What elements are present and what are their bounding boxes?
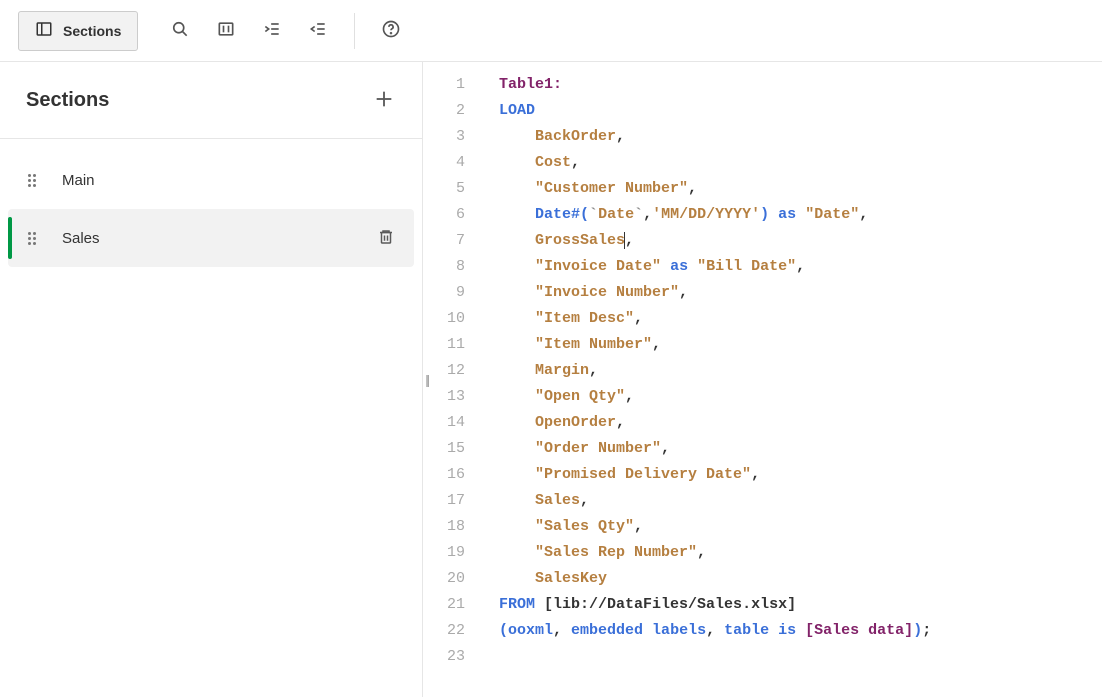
line-gutter: 1234567891011121314151617181920212223 [423, 62, 479, 697]
line-number: 8 [423, 254, 479, 280]
line-number: 1 [423, 72, 479, 98]
sidebar-header: Sections [0, 62, 422, 139]
line-number: 6 [423, 202, 479, 228]
section-item-label: Main [62, 172, 400, 189]
comment-icon [216, 19, 236, 42]
code-editor[interactable]: 1234567891011121314151617181920212223 Ta… [423, 62, 1102, 697]
line-number: 4 [423, 150, 479, 176]
line-number: 23 [423, 644, 479, 670]
line-number: 11 [423, 332, 479, 358]
outdent-button[interactable] [298, 11, 338, 51]
indent-button[interactable] [252, 11, 292, 51]
panel-icon [35, 20, 53, 41]
main-area: Sections MainSales || 123456789101112131… [0, 62, 1102, 697]
code-line[interactable]: "Promised Delivery Date", [499, 462, 1102, 488]
line-number: 5 [423, 176, 479, 202]
code-line[interactable]: "Customer Number", [499, 176, 1102, 202]
code-line[interactable]: Margin, [499, 358, 1102, 384]
sidebar-title: Sections [26, 89, 109, 112]
sections-toggle-button[interactable]: Sections [18, 11, 138, 51]
toolbar-separator [354, 13, 355, 49]
code-line[interactable]: BackOrder, [499, 124, 1102, 150]
code-line[interactable]: Sales, [499, 488, 1102, 514]
code-line[interactable]: Date#(`Date`,'MM/DD/YYYY') as "Date", [499, 202, 1102, 228]
help-button[interactable] [371, 11, 411, 51]
sidebar-resize-handle[interactable]: || [425, 372, 428, 387]
section-item-main[interactable]: Main [8, 151, 414, 209]
line-number: 15 [423, 436, 479, 462]
code-line[interactable]: Cost, [499, 150, 1102, 176]
plus-icon [373, 88, 395, 113]
delete-section-button[interactable] [372, 224, 400, 252]
line-number: 20 [423, 566, 479, 592]
sections-toggle-label: Sections [63, 23, 121, 39]
line-number: 17 [423, 488, 479, 514]
line-number: 12 [423, 358, 479, 384]
code-line[interactable]: Table1: [499, 72, 1102, 98]
toolbar: Sections [0, 0, 1102, 62]
code-line[interactable]: OpenOrder, [499, 410, 1102, 436]
section-item-label: Sales [62, 230, 372, 247]
code-line[interactable]: (ooxml, embedded labels, table is [Sales… [499, 618, 1102, 644]
help-icon [381, 19, 401, 42]
code-line[interactable]: "Sales Qty", [499, 514, 1102, 540]
line-number: 22 [423, 618, 479, 644]
search-button[interactable] [160, 11, 200, 51]
trash-icon [377, 228, 395, 249]
section-item-sales[interactable]: Sales [8, 209, 414, 267]
code-line[interactable] [499, 644, 1102, 670]
line-number: 16 [423, 462, 479, 488]
search-icon [170, 19, 190, 42]
sections-sidebar: Sections MainSales || [0, 62, 423, 697]
line-number: 18 [423, 514, 479, 540]
code-line[interactable]: "Item Number", [499, 332, 1102, 358]
code-line[interactable]: GrossSales, [499, 228, 1102, 254]
line-number: 10 [423, 306, 479, 332]
comment-toggle-button[interactable] [206, 11, 246, 51]
code-line[interactable]: "Sales Rep Number", [499, 540, 1102, 566]
drag-handle-icon[interactable] [28, 232, 40, 245]
drag-handle-icon[interactable] [28, 174, 40, 187]
code-line[interactable]: FROM [lib://DataFiles/Sales.xlsx] [499, 592, 1102, 618]
code-line[interactable]: "Open Qty", [499, 384, 1102, 410]
outdent-icon [308, 19, 328, 42]
code-line[interactable]: LOAD [499, 98, 1102, 124]
code-line[interactable]: "Invoice Number", [499, 280, 1102, 306]
line-number: 19 [423, 540, 479, 566]
line-number: 21 [423, 592, 479, 618]
line-number: 14 [423, 410, 479, 436]
code-line[interactable]: "Item Desc", [499, 306, 1102, 332]
line-number: 13 [423, 384, 479, 410]
line-number: 9 [423, 280, 479, 306]
code-content[interactable]: Table1:LOAD BackOrder, Cost, "Customer N… [479, 62, 1102, 697]
code-line[interactable]: "Invoice Date" as "Bill Date", [499, 254, 1102, 280]
code-line[interactable]: SalesKey [499, 566, 1102, 592]
code-line[interactable]: "Order Number", [499, 436, 1102, 462]
line-number: 2 [423, 98, 479, 124]
add-section-button[interactable] [368, 84, 400, 116]
line-number: 7 [423, 228, 479, 254]
section-list: Main Sales [0, 139, 422, 279]
line-number: 3 [423, 124, 479, 150]
indent-icon [262, 19, 282, 42]
